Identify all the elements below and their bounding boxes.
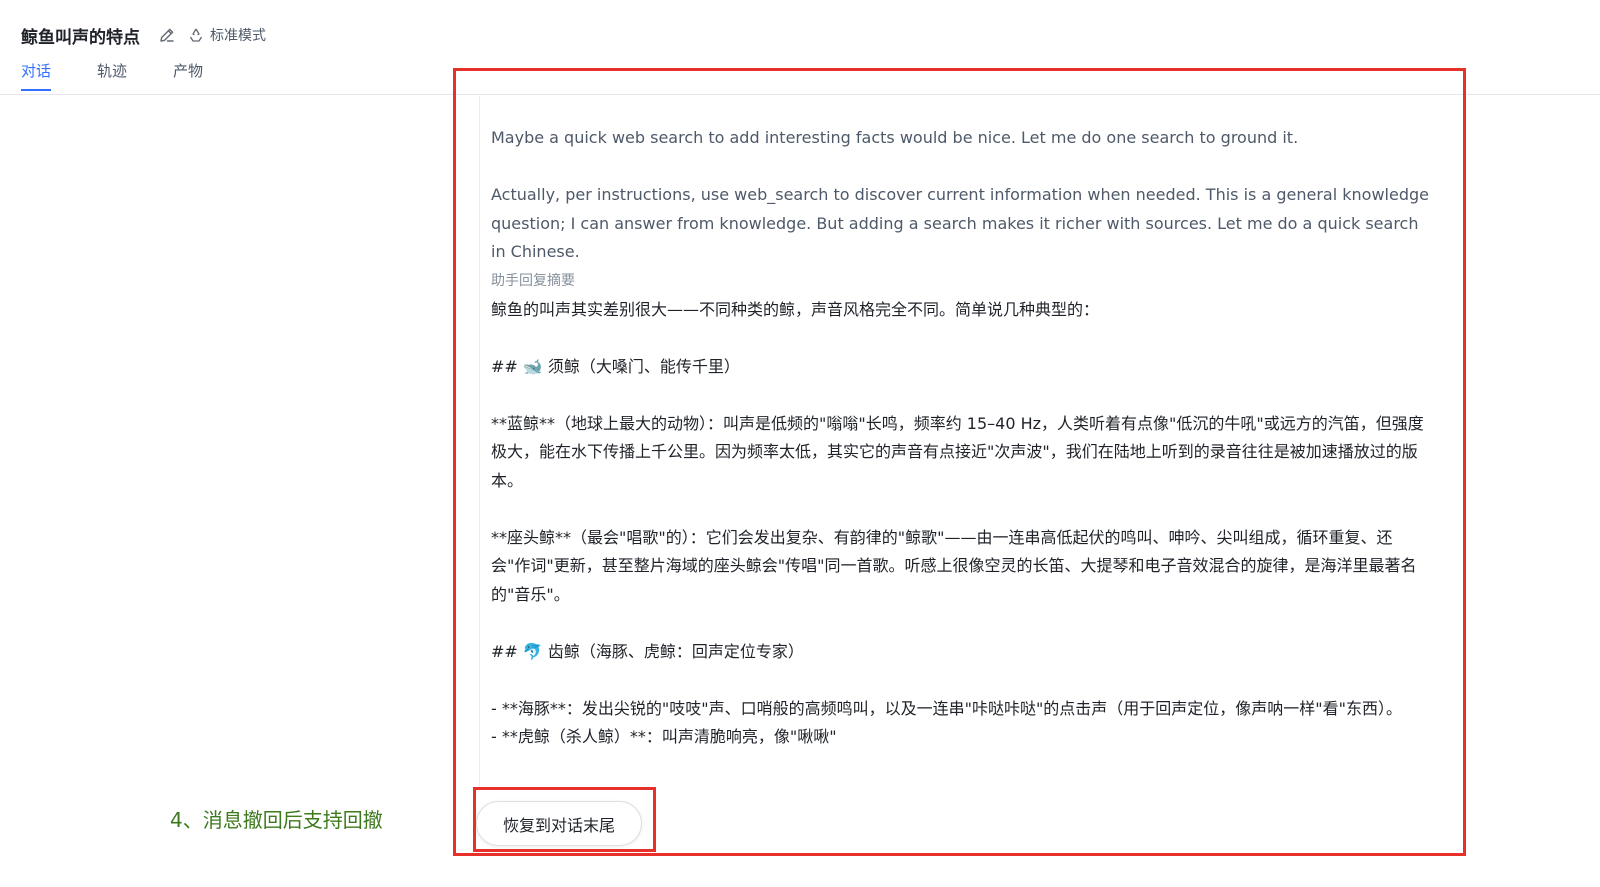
- annotation-box-button: [473, 787, 656, 852]
- mode-label: 标准模式: [210, 28, 266, 44]
- tab-artifacts[interactable]: 产物: [173, 60, 203, 91]
- mode-indicator[interactable]: 标准模式: [188, 25, 266, 45]
- title-row: 鲸鱼叫声的特点 标准模式: [21, 22, 266, 48]
- tab-bar: 对话 轨迹 产物: [21, 60, 249, 91]
- tab-dialog[interactable]: 对话: [21, 60, 52, 91]
- app-page: 鲸鱼叫声的特点 标准模式 对话 轨迹 产物 Maybe a quick web …: [0, 0, 1600, 887]
- recycle-mode-icon: [188, 27, 204, 43]
- annotation-box-panel: [453, 68, 1466, 856]
- edit-pencil-icon[interactable]: [158, 26, 176, 44]
- tab-trajectory[interactable]: 轨迹: [97, 60, 127, 91]
- page-title: 鲸鱼叫声的特点: [21, 27, 140, 48]
- annotation-note: 4、消息撤回后支持回撤: [170, 808, 383, 832]
